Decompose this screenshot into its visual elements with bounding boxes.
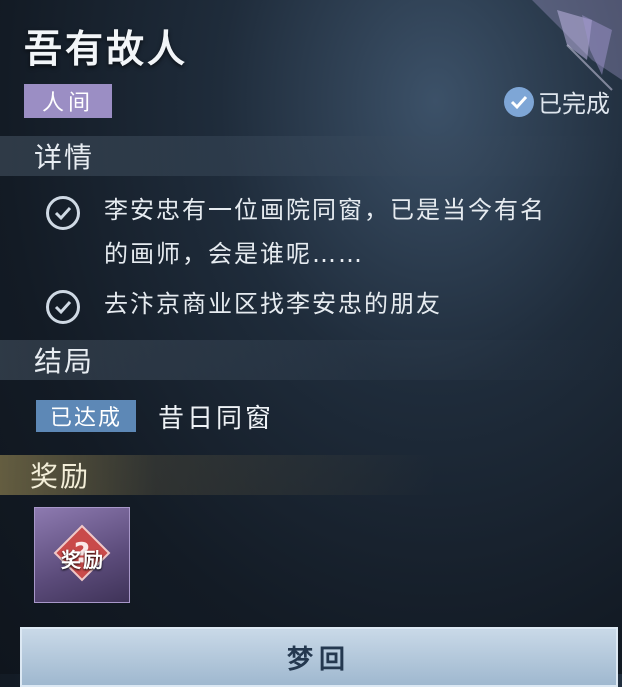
dream-return-button[interactable]: 梦回 [20, 627, 618, 687]
ending-section-header: 结局 [0, 340, 622, 380]
reward-item-tile[interactable]: ? 奖励 [34, 507, 130, 603]
task-check-icon [46, 290, 80, 324]
ending-achieved-badge: 已达成 [36, 400, 136, 432]
task-1-text-line2: 的画师，会是谁呢…… [104, 240, 364, 268]
task-2-text: 去汴京商业区找李安忠的朋友 [104, 290, 442, 318]
dream-return-label: 梦回 [286, 645, 351, 675]
ending-heading: 结局 [34, 345, 95, 378]
reward-label: 奖励 [61, 548, 105, 572]
ending-name: 昔日同窗 [158, 404, 275, 434]
completed-check-icon [504, 86, 534, 117]
details-section-header: 详情 [0, 136, 622, 176]
task-check-icon [46, 196, 80, 230]
task-1-text-line1: 李安忠有一位画院同窗，已是当今有名 [104, 196, 546, 224]
quest-title: 吾有故人 [24, 26, 189, 71]
status-label: 已完成 [538, 90, 610, 118]
details-heading: 详情 [34, 141, 95, 174]
rewards-heading: 奖励 [30, 460, 91, 493]
realm-tag: 人间 [24, 84, 112, 118]
quest-status: 已完成 [504, 84, 610, 119]
rewards-section-header: 奖励 [0, 455, 622, 495]
